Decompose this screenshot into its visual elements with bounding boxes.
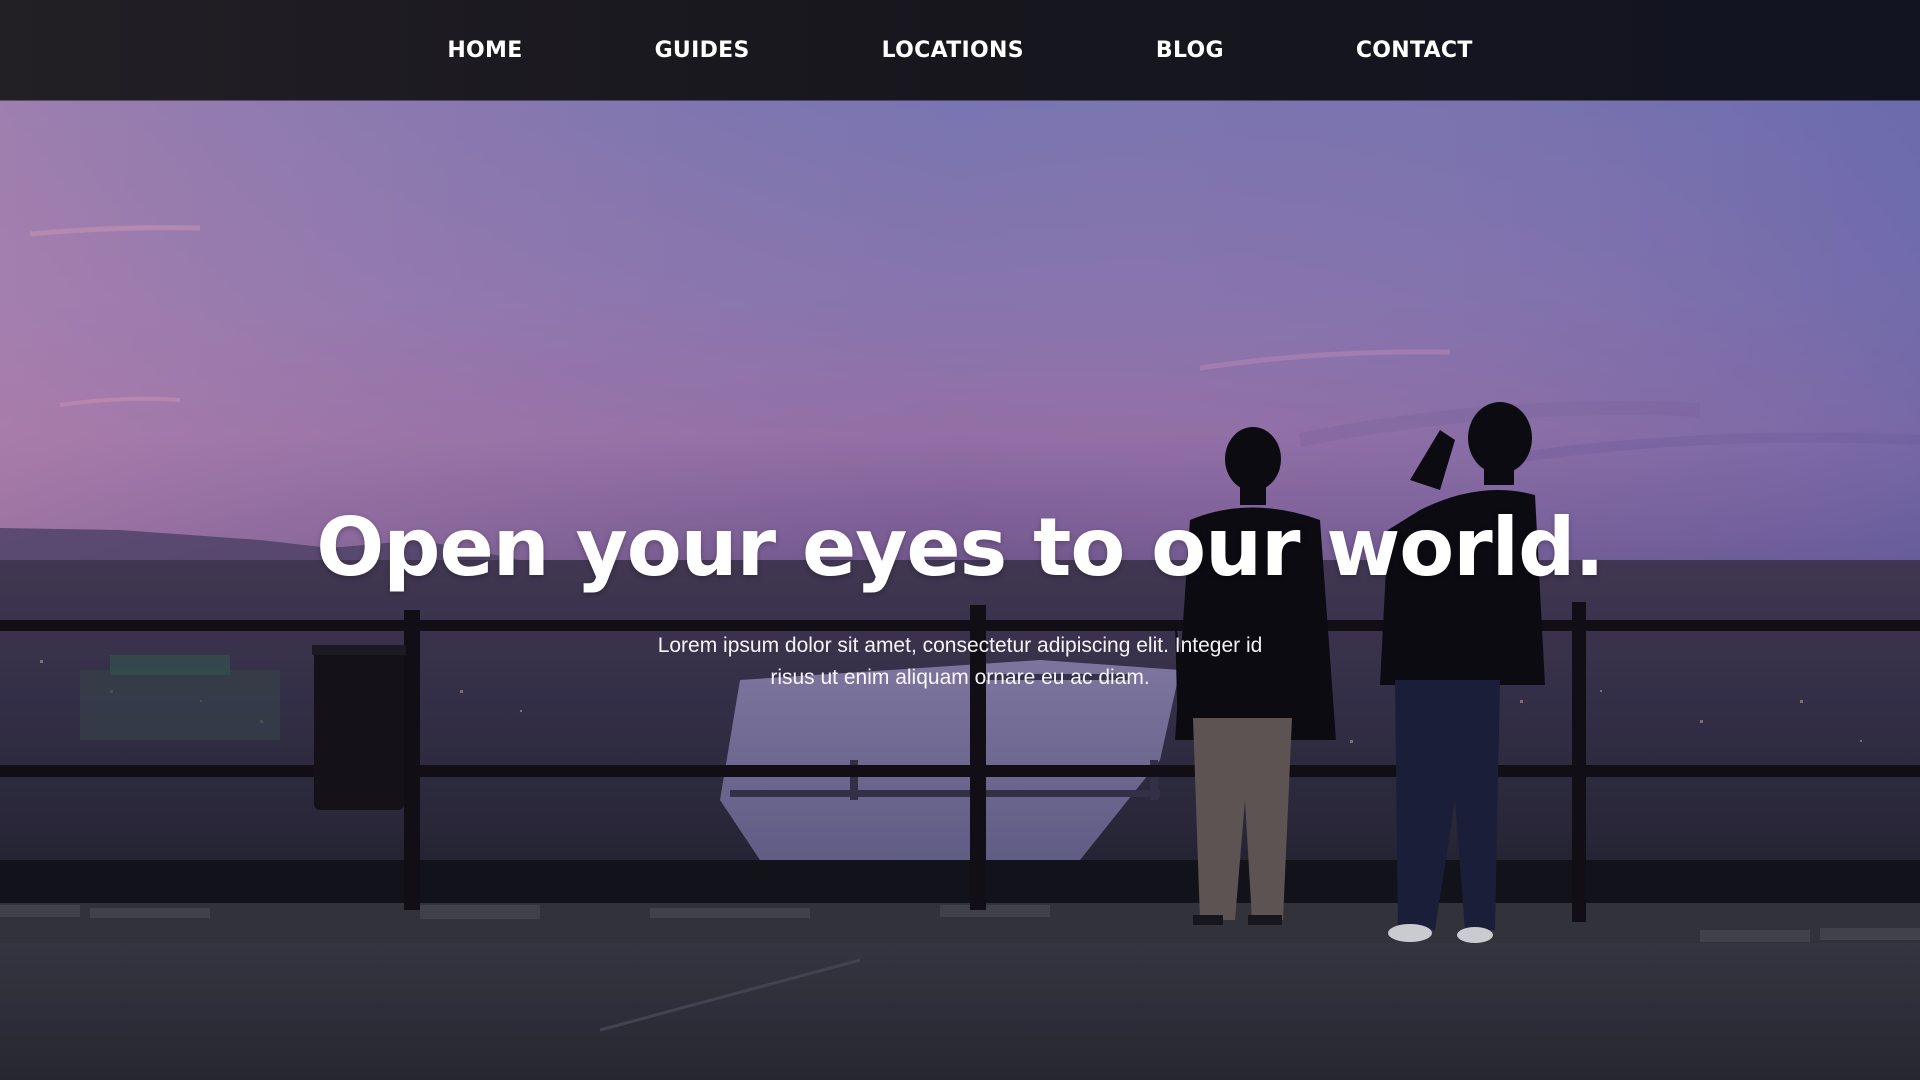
nav-link-contact[interactable]: CONTACT <box>1356 38 1473 63</box>
nav-link-home[interactable]: HOME <box>447 38 522 63</box>
hero-title: Open your eyes to our world. <box>316 501 1605 594</box>
hero-subtitle: Lorem ipsum dolor sit amet, consectetur … <box>657 634 1263 689</box>
nav-link-blog[interactable]: BLOG <box>1156 38 1224 63</box>
nav-link-locations[interactable]: LOCATIONS <box>882 38 1024 63</box>
hero-section: Open your eyes to our world. Lorem ipsum… <box>0 100 1920 1080</box>
main-navbar: HOME GUIDES LOCATIONS BLOG CONTACT <box>0 0 1920 100</box>
nav-link-guides[interactable]: GUIDES <box>655 38 750 63</box>
